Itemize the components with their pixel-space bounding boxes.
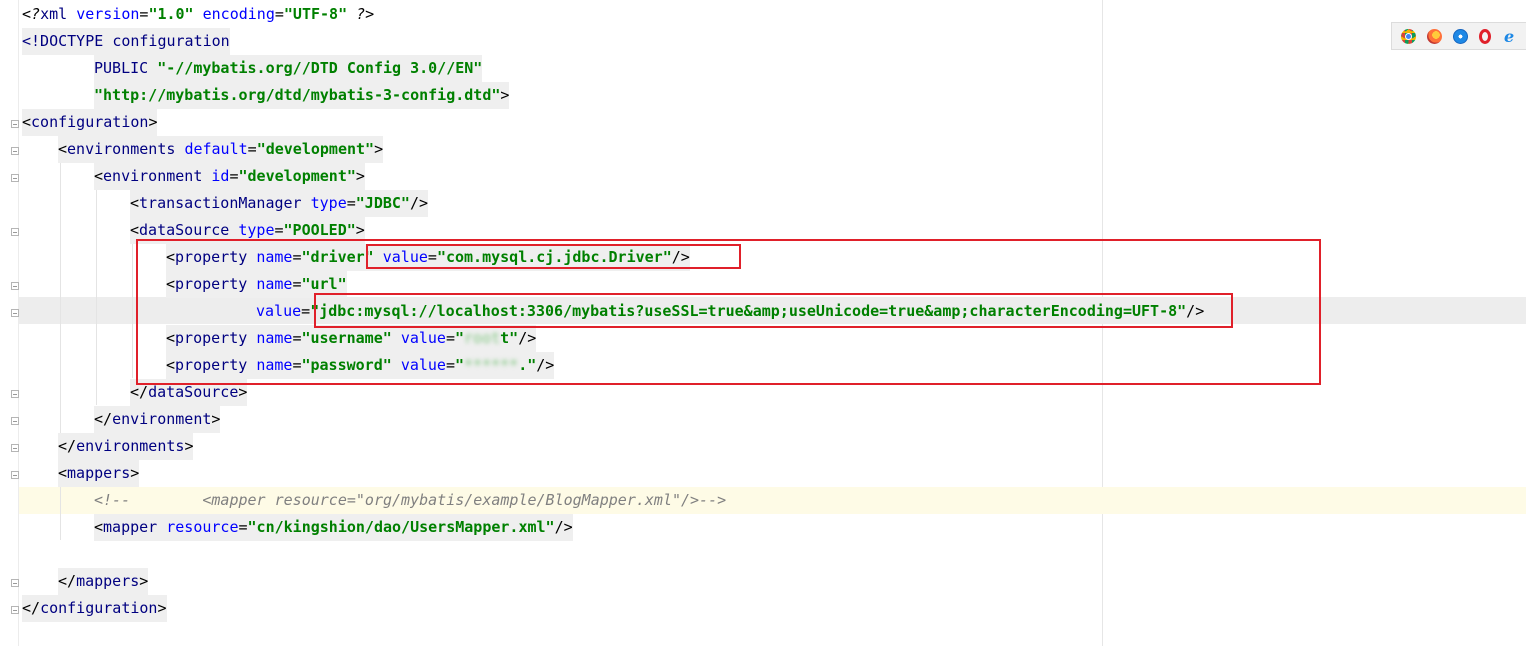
safari-icon[interactable] [1452,28,1468,44]
code-line-17: </environments> [58,433,194,460]
code-line-7: <environment id="development"> [94,163,365,190]
fold-marker[interactable] [11,606,19,614]
code-line-22: </mappers> [58,568,149,595]
fold-marker[interactable] [11,282,19,290]
code-line-4: "http://mybatis.org/dtd/mybatis-3-config… [94,82,510,109]
code-line-23: </configuration> [22,595,167,622]
fold-marker[interactable] [11,120,19,128]
code-line-1: <?xml version="1.0" encoding="UTF-8" ?> [22,5,375,23]
chrome-icon[interactable] [1401,28,1417,44]
fold-marker[interactable] [11,471,19,479]
opera-icon[interactable] [1478,28,1491,44]
fold-marker[interactable] [11,417,19,425]
fold-marker[interactable] [11,174,19,182]
fold-marker[interactable] [11,147,19,155]
browser-preview-bar: e [1391,22,1526,50]
annotation-box-url [314,293,1233,328]
fold-marker[interactable] [11,228,19,236]
indent-guide [96,189,97,405]
fold-marker[interactable] [11,444,19,452]
ie-icon[interactable]: e [1502,28,1517,44]
editor-gutter [0,0,19,646]
code-line-6: <environments default="development"> [58,136,384,163]
code-line-8: <transactionManager type="JDBC"/> [130,190,429,217]
code-line-19-comment: <!-- <mapper resource="org/mybatis/examp… [94,491,727,509]
code-line-16: </environment> [94,406,221,433]
firefox-icon[interactable] [1427,28,1443,44]
code-line-2: <!DOCTYPE configuration [22,28,230,55]
code-line-20: <mapper resource="cn/kingshion/dao/Users… [94,514,573,541]
code-line-18: <mappers> [58,460,140,487]
fold-marker[interactable] [11,390,19,398]
fold-marker[interactable] [11,309,19,317]
code-line-5: <configuration> [22,109,158,136]
annotation-box-driver [366,244,741,269]
fold-marker[interactable] [11,579,19,587]
indent-guide [132,243,133,378]
code-line-3: PUBLIC "-//mybatis.org//DTD Config 3.0//… [94,55,483,82]
